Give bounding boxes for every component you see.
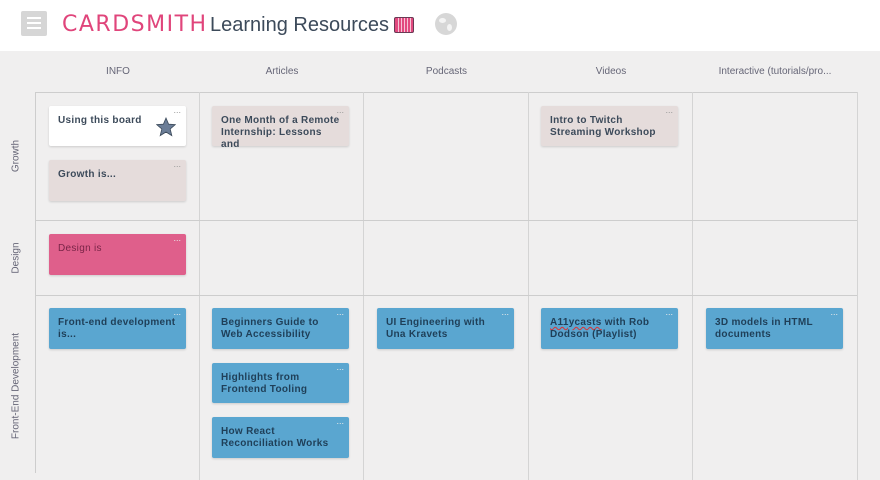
row-label-growth: Growth [10, 139, 22, 173]
card-text: Using this board [58, 115, 142, 126]
column-divider [199, 92, 200, 480]
top-bar: CARDSMITH Learning Resources [0, 0, 880, 51]
row-header-front-end: Front-End Development [0, 296, 32, 476]
card-frontend-tooling[interactable]: ... Highlights from Frontend Tooling [212, 363, 349, 403]
card-text: Intro to Twitch Streaming Workshop [550, 115, 656, 138]
star-icon [156, 117, 176, 137]
card-ui-engineering[interactable]: ... UI Engineering with Una Kravets [377, 308, 514, 349]
card-growth-is[interactable]: ... Growth is... [49, 160, 186, 201]
column-divider [692, 92, 693, 480]
column-header-podcasts: Podcasts [425, 66, 468, 77]
card-menu-icon[interactable]: ... [336, 417, 344, 426]
card-menu-icon[interactable]: ... [501, 308, 509, 317]
column-divider [857, 92, 858, 480]
hamburger-menu-icon[interactable] [21, 11, 47, 36]
card-text: Design is [58, 243, 102, 254]
card-twitch-workshop[interactable]: ... Intro to Twitch Streaming Workshop [541, 106, 678, 146]
card-beginners-guide[interactable]: ... Beginners Guide to Web Accessibility [212, 308, 349, 349]
card-design-is[interactable]: ... Design is [49, 234, 186, 275]
column-divider [363, 92, 364, 480]
row-label-front-end: Front-End Development [10, 332, 22, 440]
card-menu-icon[interactable]: ... [173, 308, 181, 317]
card-text: Front-end development is... [58, 317, 176, 340]
row-header-growth: Growth [0, 92, 32, 220]
board-thumbnail-icon [394, 17, 414, 33]
card-menu-icon[interactable]: ... [173, 160, 181, 169]
card-menu-icon[interactable]: ... [173, 106, 181, 115]
card-menu-icon[interactable]: ... [665, 106, 673, 115]
card-text: Highlights from Frontend Tooling [221, 372, 308, 395]
card-text-spellcheck: A11ycasts [550, 317, 602, 328]
row-label-design: Design [10, 242, 22, 274]
row-divider [35, 220, 857, 221]
card-using-this-board[interactable]: ... Using this board [49, 106, 186, 146]
column-header-videos: Videos [595, 66, 627, 77]
card-menu-icon[interactable]: ... [665, 308, 673, 317]
column-header-info: INFO [106, 66, 130, 77]
board-grid [35, 92, 858, 473]
card-react-reconciliation[interactable]: ... How React Reconciliation Works [212, 417, 349, 458]
card-text: 3D models in HTML documents [715, 317, 813, 340]
board-title[interactable]: Learning Resources [210, 14, 389, 37]
card-text: Growth is... [58, 169, 117, 180]
card-text: How React Reconciliation Works [221, 426, 329, 449]
card-frontend-is[interactable]: ... Front-end development is... [49, 308, 186, 349]
row-divider [35, 295, 857, 296]
card-menu-icon[interactable]: ... [830, 308, 838, 317]
column-divider [528, 92, 529, 480]
card-text: UI Engineering with Una Kravets [386, 317, 486, 340]
card-menu-icon[interactable]: ... [336, 106, 344, 115]
card-menu-icon[interactable]: ... [173, 234, 181, 243]
card-menu-icon[interactable]: ... [336, 308, 344, 317]
globe-icon[interactable] [435, 13, 457, 35]
column-header-articles: Articles [265, 66, 299, 77]
card-a11ycasts[interactable]: ... A11ycasts with Rob Dodson (Playlist) [541, 308, 678, 349]
card-text: One Month of a Remote Internship: Lesson… [221, 115, 340, 150]
card-menu-icon[interactable]: ... [336, 363, 344, 372]
cardsmith-logo[interactable]: CARDSMITH [62, 12, 208, 37]
card-remote-internship[interactable]: ... One Month of a Remote Internship: Le… [212, 106, 349, 150]
column-header-interactive: Interactive (tutorials/pro... [718, 66, 832, 77]
card-3d-models[interactable]: ... 3D models in HTML documents [706, 308, 843, 349]
card-text: Beginners Guide to Web Accessibility [221, 317, 319, 340]
row-header-design: Design [0, 221, 32, 295]
